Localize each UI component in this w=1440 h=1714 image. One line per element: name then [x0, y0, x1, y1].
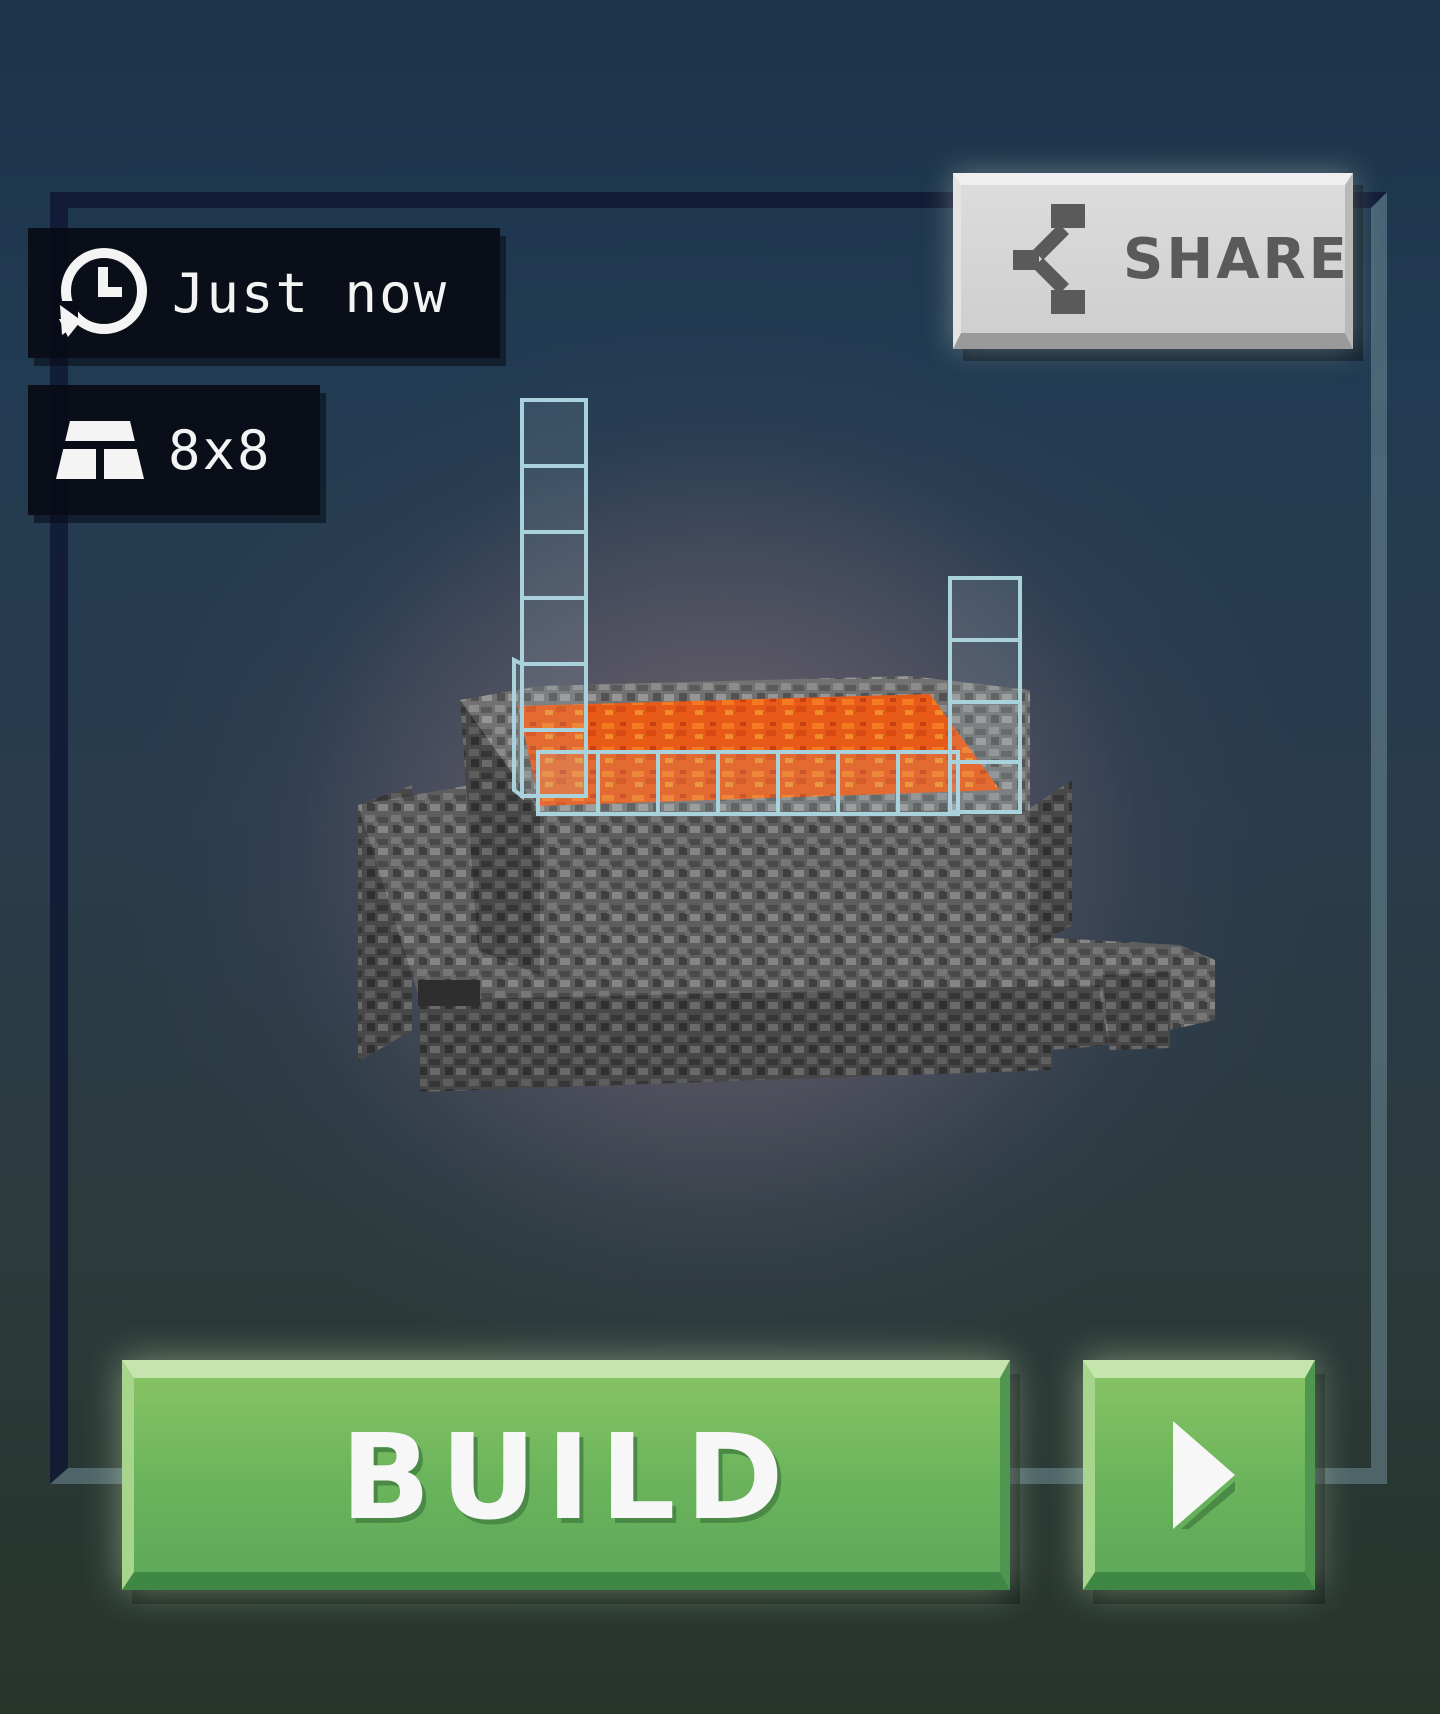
- last-modified-text: Just now: [172, 261, 449, 325]
- play-arrow-icon: [1165, 1421, 1235, 1529]
- grid-area-icon: [54, 419, 146, 481]
- play-button[interactable]: [1083, 1360, 1315, 1590]
- share-button[interactable]: SHARE: [953, 173, 1353, 349]
- build-size-text: 8x8: [168, 418, 272, 482]
- build-label: BUILD: [340, 1408, 794, 1546]
- share-label: SHARE: [1123, 226, 1350, 292]
- build-size-badge: 8x8: [28, 385, 320, 515]
- history-clock-icon: [54, 245, 150, 341]
- build-button[interactable]: BUILD: [122, 1360, 1010, 1590]
- share-icon: [961, 204, 1085, 314]
- last-modified-badge: Just now: [28, 228, 500, 358]
